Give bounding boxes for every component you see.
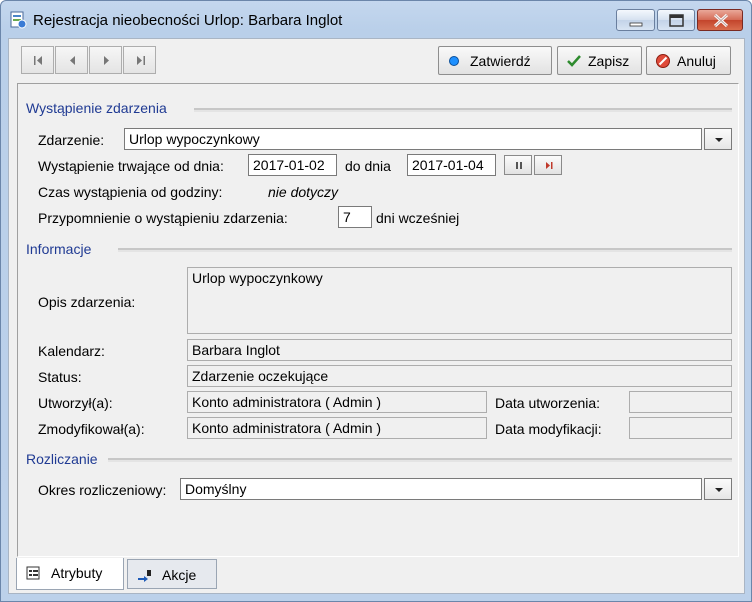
- actions-icon: [138, 570, 151, 582]
- calendar-label: Kalendarz:: [38, 343, 105, 359]
- close-icon: [713, 13, 729, 28]
- previous-icon: [70, 56, 75, 65]
- confirm-label: Zatwierdź: [470, 53, 531, 69]
- cancel-icon: [656, 54, 670, 68]
- description-field[interactable]: Urlop wypoczynkowy: [187, 267, 732, 334]
- section-divider: [118, 248, 732, 252]
- modified-by-field: Konto administratora ( Admin ): [187, 417, 487, 439]
- modified-date-field: [629, 417, 732, 439]
- close-button[interactable]: [697, 9, 743, 31]
- status-label: Status:: [38, 369, 82, 385]
- time-value: nie dotyczy: [268, 184, 339, 200]
- period-select[interactable]: Domyślny: [180, 478, 702, 500]
- minimize-icon: [629, 22, 643, 27]
- last-icon: [137, 56, 145, 65]
- dialog-body: Zatwierdź Zapisz Anuluj Wystąpienie zdar…: [8, 38, 745, 594]
- section-divider: [108, 458, 732, 462]
- maximize-icon: [669, 14, 684, 27]
- next-record-button[interactable]: [89, 46, 122, 74]
- created-date-field: [629, 391, 732, 413]
- skip-icon: [546, 162, 553, 169]
- status-field: Zdarzenie oczekujące: [187, 365, 732, 387]
- reminder-days-field[interactable]: 7: [338, 206, 372, 228]
- last-record-button[interactable]: [123, 46, 156, 74]
- event-section-title: Wystąpienie zdarzenia: [26, 100, 167, 116]
- tab-actions-label: Akcje: [162, 567, 197, 583]
- reminder-suffix: dni wcześniej: [376, 210, 460, 226]
- date-from-label: Wystąpienie trwające od dnia:: [38, 158, 224, 174]
- created-date-label: Data utworzenia:: [495, 395, 601, 411]
- check-icon: [567, 55, 581, 67]
- app-icon: [10, 11, 27, 29]
- maximize-button[interactable]: [657, 9, 695, 31]
- modified-date-label: Data modyfikacji:: [495, 421, 602, 437]
- tab-attributes-label: Atrybuty: [51, 565, 103, 581]
- previous-record-button[interactable]: [55, 46, 88, 74]
- modified-by-label: Zmodyfikował(a):: [38, 421, 145, 437]
- skip-button[interactable]: [534, 155, 562, 175]
- save-label: Zapisz: [588, 53, 630, 69]
- save-button[interactable]: Zapisz: [557, 46, 642, 75]
- minimize-button[interactable]: [616, 9, 655, 31]
- first-icon: [34, 56, 42, 65]
- date-to-label: do dnia: [345, 158, 391, 174]
- pause-icon: [516, 162, 522, 169]
- period-label: Okres rozliczeniowy:: [38, 482, 167, 498]
- created-by-label: Utworzył(a):: [38, 395, 113, 411]
- reminder-label: Przypomnienie o wystąpieniu zdarzenia:: [38, 210, 288, 226]
- tab-attributes[interactable]: Atrybuty: [16, 558, 124, 590]
- first-record-button[interactable]: [21, 46, 54, 74]
- chevron-down-icon: [715, 488, 723, 492]
- window-title: Rejestracja nieobecności Urlop: Barbara …: [33, 12, 343, 29]
- date-from-field[interactable]: 2017-01-02: [248, 154, 337, 176]
- cancel-button[interactable]: Anuluj: [646, 46, 731, 75]
- section-divider: [194, 108, 732, 112]
- next-icon: [104, 56, 109, 65]
- settlement-section-title: Rozliczanie: [26, 451, 98, 467]
- description-label: Opis zdarzenia:: [38, 294, 136, 310]
- info-section-title: Informacje: [26, 241, 92, 257]
- event-label: Zdarzenie:: [38, 132, 105, 148]
- app-window: Rejestracja nieobecności Urlop: Barbara …: [0, 0, 752, 602]
- title-bar: Rejestracja nieobecności Urlop: Barbara …: [1, 1, 751, 39]
- event-dropdown-button[interactable]: [704, 128, 732, 150]
- calendar-field: Barbara Inglot: [187, 339, 732, 361]
- tab-actions[interactable]: Akcje: [127, 559, 217, 589]
- created-by-field: Konto administratora ( Admin ): [187, 391, 487, 413]
- period-dropdown-button[interactable]: [704, 478, 732, 500]
- confirm-button[interactable]: Zatwierdź: [438, 46, 552, 75]
- attributes-icon: [26, 566, 40, 580]
- confirm-dot-icon: [449, 56, 459, 66]
- date-to-field[interactable]: 2017-01-04: [407, 154, 496, 176]
- chevron-down-icon: [715, 138, 723, 142]
- attributes-panel: Wystąpienie zdarzenia Zdarzenie: Urlop w…: [17, 83, 739, 557]
- cancel-label: Anuluj: [677, 53, 716, 69]
- pause-button[interactable]: [504, 155, 532, 175]
- event-select[interactable]: Urlop wypoczynkowy: [124, 128, 702, 150]
- time-label: Czas wystąpienia od godziny:: [38, 184, 223, 200]
